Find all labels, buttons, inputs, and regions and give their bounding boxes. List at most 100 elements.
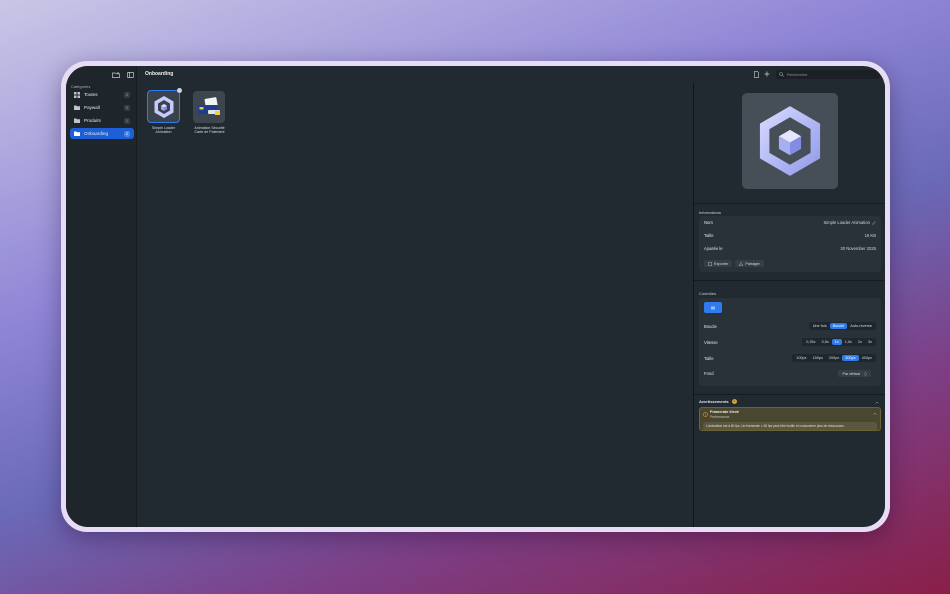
size-row: Taille 100px 150px 200px 300px 400px [704, 354, 876, 362]
inspector-panel: Informations Nom Simple Loader Animation… [693, 83, 885, 527]
speed-option[interactable]: 1x [831, 339, 842, 345]
document-icon[interactable] [754, 71, 759, 78]
size-value: 16 KB [864, 233, 876, 238]
info-actions: Exporter Partager [704, 260, 764, 267]
loop-option-once[interactable]: Une fois [810, 323, 830, 329]
speed-option[interactable]: 2x [855, 339, 865, 345]
background-select[interactable]: Par défaut [838, 370, 871, 377]
speed-option[interactable]: 3x [865, 339, 875, 345]
name-label: Nom [704, 220, 713, 225]
background-label: Fond [704, 371, 714, 376]
loop-row: Boucle Une fois Boucle Auto-reverse [704, 322, 876, 330]
info-card: Nom Simple Loader Animation Taille 16 KB… [699, 216, 881, 272]
share-icon [739, 261, 744, 266]
preview-canvas [742, 93, 838, 189]
warnings-count-badge: 1 [731, 399, 737, 404]
grid-item-thumbnail[interactable] [193, 91, 225, 123]
search-placeholder: Rechercher [787, 72, 808, 77]
loop-segmented-control: Une fois Boucle Auto-reverse [808, 322, 876, 330]
size-control-label: Taille [704, 355, 714, 361]
folder-icon [74, 118, 80, 123]
name-value: Simple Loader Animation [823, 220, 870, 225]
speed-option[interactable]: 1,5x [842, 339, 855, 345]
divider [694, 394, 885, 395]
warning-title: Framerate élevé [710, 410, 739, 414]
sidebar-item-produits[interactable]: Produits 1 [70, 115, 134, 126]
loop-label: Boucle [704, 323, 717, 329]
device-frame: Catégories Toutes 3 Paywall 0 Produits 1… [61, 61, 890, 532]
pause-icon [711, 306, 715, 310]
warning-message: L'animation est à 60 fps. Un framerate >… [703, 422, 877, 430]
grid-item-line2: Animation [155, 130, 172, 135]
info-row-name: Nom Simple Loader Animation [704, 220, 876, 225]
cube-loader-icon [153, 95, 175, 119]
pencil-icon[interactable] [872, 220, 876, 225]
sidebar-item-label: Onboarding [84, 131, 109, 136]
size-option[interactable]: 100px [793, 355, 809, 361]
grid-item-thumbnail[interactable] [147, 88, 182, 123]
payment-card-icon [196, 96, 222, 118]
speed-label: Vitesse [704, 339, 718, 345]
speed-row: Vitesse 0,25x 0,5x 1x 1,5x 2x 3x [704, 338, 876, 346]
background-row: Fond Par défaut [704, 370, 876, 377]
page-title: Onboarding [145, 71, 174, 77]
divider [694, 280, 885, 281]
size-option[interactable]: 300px [842, 355, 859, 361]
speed-option[interactable]: 0,25x [803, 339, 818, 345]
grid-item-label: Animation Sécurité Carte de Paiement [187, 126, 232, 134]
speed-option[interactable]: 0,5x [819, 339, 832, 345]
added-value: 30 November 2025 [840, 246, 876, 251]
size-label: Taille [704, 233, 714, 238]
folder-icon [74, 105, 80, 110]
controls-section-title: Contrôles [699, 291, 717, 296]
sidebar-item-label: Paywall [84, 105, 100, 110]
loop-option-autoreverse[interactable]: Auto-reverse [847, 323, 875, 329]
speed-segmented-control: 0,25x 0,5x 1x 1,5x 2x 3x [802, 338, 876, 346]
search-input[interactable]: Rechercher [776, 70, 880, 79]
warnings-header[interactable]: Avertissements 1 [699, 399, 737, 404]
folder-icon [74, 131, 80, 136]
size-segmented-control: 100px 150px 200px 300px 400px [792, 354, 876, 362]
info-section-title: Informations [699, 210, 722, 215]
chevron-up-icon[interactable] [875, 401, 879, 404]
cube-loader-icon [755, 103, 825, 179]
export-button[interactable]: Exporter [704, 260, 733, 267]
size-option[interactable]: 400px [859, 355, 875, 361]
warnings-title: Avertissements [699, 399, 729, 404]
lock-icon [177, 88, 182, 93]
sidebar-item-count: 1 [124, 117, 130, 124]
controls-card: Boucle Une fois Boucle Auto-reverse Vite… [699, 298, 881, 386]
toolbar: Onboarding Rechercher [66, 66, 885, 83]
sidebar-item-toutes[interactable]: Toutes 3 [70, 89, 134, 100]
info-row-added: Ajoutée le 30 November 2025 [704, 246, 876, 251]
info-row-size: Taille 16 KB [704, 233, 876, 238]
size-option[interactable]: 150px [810, 355, 826, 361]
warning-subtitle: Performance [710, 415, 730, 419]
sidebar-toggle-icon[interactable] [127, 72, 134, 78]
grid-item-line2: Carte de Paiement [194, 130, 225, 135]
loop-option-loop[interactable]: Boucle [829, 323, 848, 329]
warning-item: Framerate élevé Performance L'animation … [699, 407, 881, 431]
share-label: Partager [745, 261, 760, 266]
sidebar-item-label: Toutes [84, 92, 98, 97]
pause-button[interactable] [704, 302, 722, 313]
animation-grid: Simple Loader Animation Animation Sécuri… [137, 83, 693, 527]
search-icon [779, 72, 784, 77]
warning-icon [703, 412, 708, 417]
sidebar: Catégories Toutes 3 Paywall 0 Produits 1… [66, 66, 137, 527]
export-label: Exporter [714, 261, 729, 266]
chevron-updown-icon [864, 371, 867, 376]
share-button[interactable]: Partager [735, 260, 764, 267]
chevron-up-icon[interactable] [873, 412, 877, 415]
folder-add-icon[interactable] [112, 72, 120, 78]
sidebar-item-onboarding[interactable]: Onboarding 2 [70, 128, 134, 139]
added-label: Ajoutée le [704, 246, 723, 251]
sidebar-item-paywall[interactable]: Paywall 0 [70, 102, 134, 113]
size-option[interactable]: 200px [826, 355, 842, 361]
grid-icon [74, 91, 80, 98]
sidebar-item-count: 0 [124, 104, 130, 111]
plus-icon[interactable] [764, 71, 770, 77]
sidebar-item-label: Produits [84, 118, 101, 123]
sidebar-item-count: 3 [124, 91, 130, 98]
divider [694, 203, 885, 204]
